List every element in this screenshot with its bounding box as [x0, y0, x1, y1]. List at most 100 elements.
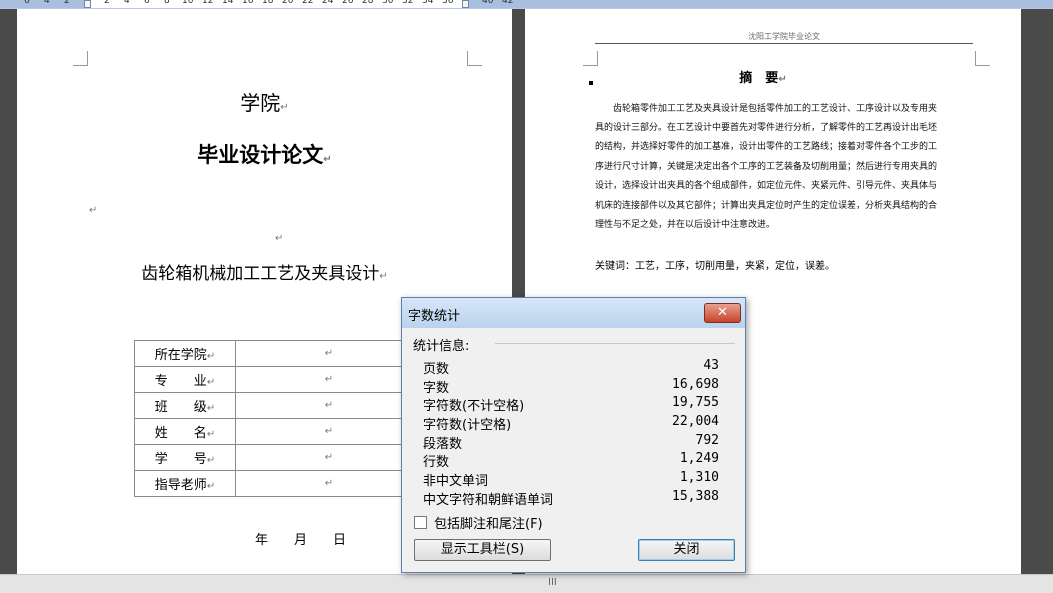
- stat-row-non-chinese-words: 非中文单词 1,310: [423, 470, 719, 489]
- dialog-titlebar[interactable]: 字数统计 ✕: [402, 298, 745, 328]
- ruler-tick: 8: [164, 0, 170, 6]
- abstract-line: 机床的连接部件以及其它部件；计算出夹具定位时产生的定位误差，分析夹具结构的合: [595, 201, 938, 211]
- stat-row-words: 字数 16,698: [423, 377, 719, 396]
- stat-value: 16,698: [672, 377, 719, 392]
- ruler-tick: 6: [24, 0, 30, 6]
- stat-label: 页数: [423, 362, 450, 377]
- page-header: 沈阳工学院毕业论文: [595, 31, 973, 44]
- stat-row-lines: 行数 1,249: [423, 451, 719, 470]
- stat-value: 792: [695, 433, 719, 448]
- stat-label: 字符数(计空格): [423, 418, 512, 433]
- paragraph-mark: ↵: [275, 233, 284, 244]
- paragraph-mark: ↵: [89, 205, 98, 216]
- ruler-tick: 24: [322, 0, 334, 6]
- ruler-tick: 12: [202, 0, 214, 6]
- stat-label: 字数: [423, 381, 450, 396]
- stat-value: 1,249: [679, 451, 719, 466]
- thesis-topic: 齿轮箱机械加工工艺及夹具设计↵: [141, 264, 388, 284]
- horizontal-ruler[interactable]: 6 4 2 2 4 6 8 10 12 14 16 18 20 22 24 26…: [0, 0, 1053, 9]
- ruler-tick: 34: [422, 0, 434, 6]
- info-value-field[interactable]: ↵: [235, 366, 423, 393]
- date-line: 年 月 日: [255, 533, 347, 548]
- stat-value: 19,755: [672, 395, 719, 410]
- table-row: 所在学院↵ ↵: [134, 340, 423, 367]
- table-row: 学 号↵ ↵: [134, 444, 423, 471]
- stat-value: 43: [703, 358, 719, 373]
- abstract-title: 摘 要↵: [739, 71, 787, 86]
- ruler-right-indent-marker[interactable]: [462, 0, 469, 8]
- abstract-line: 具的设计三部分。在工艺设计中要首先对零件进行分析，了解零件的工艺再设计出毛坯: [595, 123, 938, 133]
- show-toolbar-button[interactable]: 显示工具栏(S): [414, 539, 551, 561]
- ruler-tick: 2: [104, 0, 110, 6]
- info-label: 姓 名↵: [134, 418, 236, 445]
- crop-mark: [467, 51, 482, 66]
- ruler-tick: 26: [342, 0, 354, 6]
- include-footnotes-checkbox[interactable]: [414, 516, 427, 529]
- ruler-tick: 10: [182, 0, 194, 6]
- stat-label: 行数: [423, 455, 450, 470]
- word-count-dialog: 字数统计 ✕ 统计信息: 页数 43 字数 16,698 字符数(不计空格) 1…: [401, 297, 746, 573]
- stat-value: 15,388: [672, 489, 719, 504]
- ruler-indent-marker[interactable]: [84, 0, 91, 8]
- close-icon[interactable]: ✕: [704, 303, 741, 323]
- ruler-tick: 4: [44, 0, 50, 6]
- stat-row-pages: 页数 43: [423, 358, 719, 377]
- abstract-line: 理性与不足之处，并在以后设计中注意改进。: [595, 220, 776, 230]
- ruler-tick: 22: [302, 0, 314, 6]
- ruler-margin-right: [465, 0, 1053, 8]
- ruler-tick: 16: [242, 0, 254, 6]
- close-button[interactable]: 关闭: [638, 539, 735, 561]
- stat-value: 1,310: [679, 470, 719, 485]
- thesis-title: 毕业设计论文↵: [197, 143, 332, 167]
- table-row: 专 业↵ ↵: [134, 366, 423, 393]
- abstract-line: 序进行尺寸计算，关键是决定出各个工序的工艺装备及切削用量；然后进行专用夹具的: [595, 162, 938, 172]
- horizontal-scrollbar[interactable]: III: [0, 574, 1053, 593]
- scroll-grip-icon[interactable]: III: [548, 577, 557, 588]
- student-info-table: 所在学院↵ ↵ 专 业↵ ↵ 班 级↵ ↵ 姓 名↵ ↵ 学 号↵ ↵ 指导老师…: [134, 340, 423, 497]
- ruler-tick: 20: [282, 0, 294, 6]
- table-row: 指导老师↵ ↵: [134, 470, 423, 497]
- abstract-line: 齿轮箱零件加工工艺及夹具设计是包括零件加工的工艺设计、工序设计以及专用夹: [595, 104, 938, 114]
- info-label: 班 级↵: [134, 392, 236, 419]
- ruler-tick: 36: [442, 0, 454, 6]
- dialog-title: 字数统计: [408, 309, 461, 324]
- info-label: 学 号↵: [134, 444, 236, 471]
- crop-mark: [975, 51, 990, 66]
- ruler-tick: 40: [482, 0, 494, 6]
- info-value-field[interactable]: ↵: [235, 340, 423, 367]
- ruler-tick: 30: [382, 0, 394, 6]
- stat-label: 非中文单词: [423, 474, 489, 489]
- include-footnotes-label[interactable]: 包括脚注和尾注(F): [434, 513, 543, 532]
- info-value-field[interactable]: ↵: [235, 392, 423, 419]
- abstract-line: 的结构，并选择好零件的加工基准，设计出零件的工艺路线；接着对零件各个工步的工: [595, 142, 938, 152]
- stat-row-chars-with-spaces: 字符数(计空格) 22,004: [423, 414, 719, 433]
- stat-row-cjk-words: 中文字符和朝鲜语单词 15,388: [423, 489, 719, 508]
- table-row: 姓 名↵ ↵: [134, 418, 423, 445]
- keywords-line: 关键词：工艺，工序，切削用量，夹紧，定位，误差。: [595, 261, 835, 272]
- info-label: 指导老师↵: [134, 470, 236, 497]
- ruler-tick: 6: [144, 0, 150, 6]
- section-divider: [495, 343, 735, 344]
- ruler-tick: 28: [362, 0, 374, 6]
- ruler-tick: 42: [502, 0, 514, 6]
- ruler-tick: 32: [402, 0, 414, 6]
- info-label: 专 业↵: [134, 366, 236, 393]
- ruler-tick: 2: [64, 0, 70, 6]
- stat-row-paragraphs: 段落数 792: [423, 433, 719, 452]
- stat-value: 22,004: [672, 414, 719, 429]
- stat-row-chars-no-spaces: 字符数(不计空格) 19,755: [423, 395, 719, 414]
- ruler-tick: 14: [222, 0, 234, 6]
- info-value-field[interactable]: ↵: [235, 444, 423, 471]
- table-row: 班 级↵ ↵: [134, 392, 423, 419]
- crop-mark: [583, 51, 598, 66]
- statistics-section-label: 统计信息:: [413, 339, 470, 354]
- info-value-field[interactable]: ↵: [235, 470, 423, 497]
- ruler-tick: 4: [124, 0, 130, 6]
- stat-label: 段落数: [423, 437, 463, 452]
- ruler-tick: 18: [262, 0, 274, 6]
- stat-label: 中文字符和朝鲜语单词: [423, 493, 554, 508]
- info-label: 所在学院↵: [134, 340, 236, 367]
- stat-label: 字符数(不计空格): [423, 399, 525, 414]
- info-value-field[interactable]: ↵: [235, 418, 423, 445]
- college-heading: 学院↵: [240, 91, 289, 115]
